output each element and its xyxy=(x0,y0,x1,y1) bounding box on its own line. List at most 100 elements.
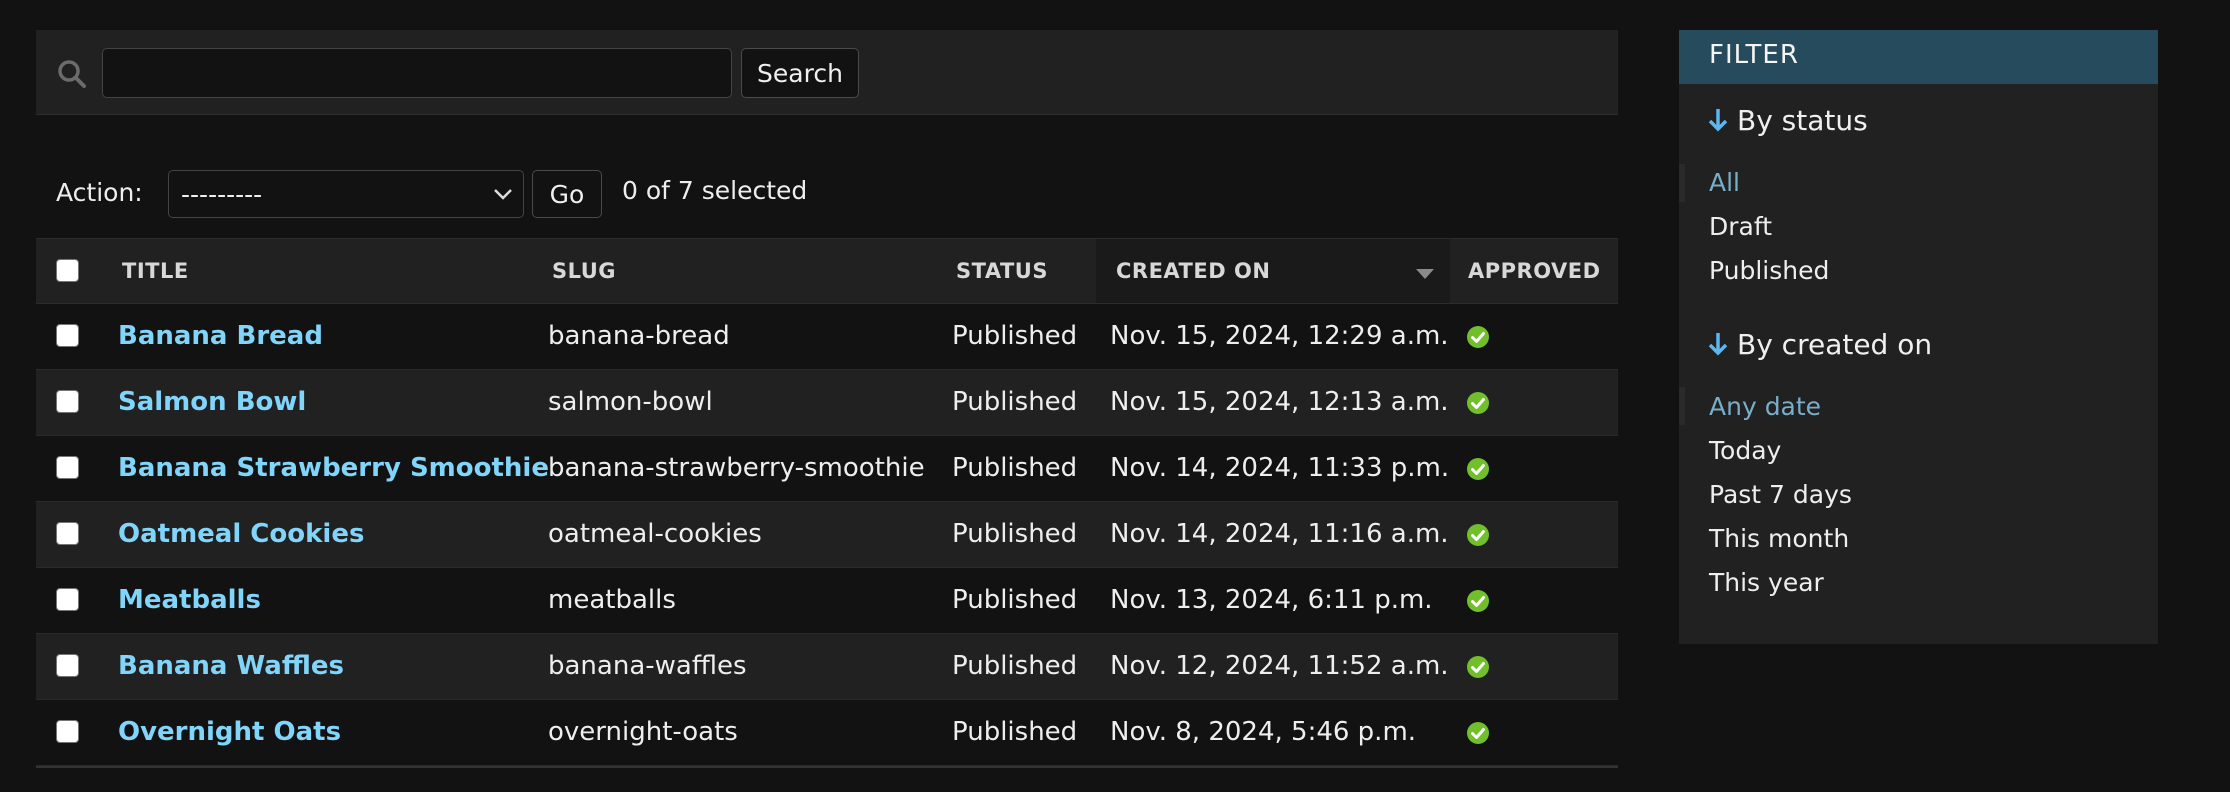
title-link[interactable]: Banana Strawberry Smoothie xyxy=(118,453,549,483)
filter-group-label: By created on xyxy=(1737,328,1933,361)
title-cell: Meatballs xyxy=(118,568,261,633)
created-on-cell: Nov. 14, 2024, 11:33 p.m. xyxy=(1110,453,1450,483)
search-toolbar: Search xyxy=(36,30,1618,115)
go-button[interactable]: Go xyxy=(532,170,602,218)
approved-check-icon xyxy=(1467,458,1489,480)
actions-bar: Action: --------- Go 0 of 7 selected xyxy=(36,164,1136,220)
slug-cell: banana-bread xyxy=(548,321,730,351)
slug-cell: overnight-oats xyxy=(548,717,738,747)
column-header-title[interactable]: TITLE xyxy=(122,239,422,303)
chevron-down-icon xyxy=(494,189,512,200)
arrow-down-icon xyxy=(1708,333,1728,356)
row-checkbox[interactable] xyxy=(56,720,79,743)
filter-option-draft[interactable]: Draft xyxy=(1709,212,1772,241)
status-cell: Published xyxy=(952,453,1078,483)
approved-check-icon xyxy=(1467,590,1489,612)
status-cell: Published xyxy=(952,717,1078,747)
slug-cell: oatmeal-cookies xyxy=(548,519,762,549)
search-button[interactable]: Search xyxy=(741,48,859,98)
approved-check-icon xyxy=(1467,392,1489,414)
table-bottom-border xyxy=(36,766,1618,768)
approved-cell xyxy=(1466,634,1586,699)
filter-group-title-created-on: By created on xyxy=(1707,328,1932,361)
column-header-approved[interactable]: APPROVED xyxy=(1468,239,1618,303)
slug-cell: banana-strawberry-smoothie xyxy=(548,453,925,483)
filter-header: FILTER xyxy=(1679,30,2158,84)
slug-cell: meatballs xyxy=(548,585,676,615)
column-header-created-on[interactable]: CREATED ON xyxy=(1096,239,1450,303)
created-on-cell: Nov. 8, 2024, 5:46 p.m. xyxy=(1110,717,1417,747)
column-header-created-on-label: CREATED ON xyxy=(1116,259,1271,283)
action-select-value: --------- xyxy=(181,180,263,209)
title-link[interactable]: Banana Waffles xyxy=(118,651,344,681)
slug-cell: salmon-bowl xyxy=(548,387,713,417)
status-cell: Published xyxy=(952,651,1078,681)
filter-option-past-7-days[interactable]: Past 7 days xyxy=(1709,480,1852,509)
created-on-cell: Nov. 15, 2024, 12:13 a.m. xyxy=(1110,387,1449,417)
selected-indicator xyxy=(1679,387,1685,425)
title-cell: Banana Waffles xyxy=(118,634,344,699)
title-link[interactable]: Meatballs xyxy=(118,585,261,615)
created-on-cell: Nov. 15, 2024, 12:29 a.m. xyxy=(1110,321,1449,351)
table-header: TITLE SLUG STATUS CREATED ON APPROVED xyxy=(36,238,1618,304)
table-row: Meatballs meatballs Published Nov. 13, 2024… xyxy=(36,568,1618,634)
status-cell: Published xyxy=(952,519,1078,549)
approved-check-icon xyxy=(1467,524,1489,546)
filter-panel: FILTER By status All Draft Published By … xyxy=(1679,30,2158,644)
title-link[interactable]: Banana Bread xyxy=(118,321,323,351)
filter-group-label: By status xyxy=(1737,104,1868,137)
table-row: Banana Strawberry Smoothie banana-strawbe… xyxy=(36,436,1618,502)
row-checkbox[interactable] xyxy=(56,522,79,545)
approved-cell xyxy=(1466,568,1586,633)
approved-cell xyxy=(1466,700,1586,765)
title-link[interactable]: Overnight Oats xyxy=(118,717,341,747)
approved-cell xyxy=(1466,436,1586,501)
created-on-cell: Nov. 14, 2024, 11:16 a.m. xyxy=(1110,519,1449,549)
row-checkbox[interactable] xyxy=(56,324,79,347)
select-all-checkbox[interactable] xyxy=(56,259,79,282)
title-cell: Banana Bread xyxy=(118,304,323,369)
slug-cell: banana-waffles xyxy=(548,651,747,681)
filter-option-today[interactable]: Today xyxy=(1709,436,1781,465)
approved-check-icon xyxy=(1467,656,1489,678)
row-checkbox[interactable] xyxy=(56,588,79,611)
approved-cell xyxy=(1466,370,1586,435)
status-cell: Published xyxy=(952,585,1078,615)
title-cell: Salmon Bowl xyxy=(118,370,306,435)
admin-changelist: Search Action: --------- Go 0 of 7 selec… xyxy=(0,0,2230,792)
column-header-status[interactable]: STATUS xyxy=(956,239,1106,303)
table-row: Banana Bread banana-bread Published Nov. 15… xyxy=(36,304,1618,370)
row-checkbox[interactable] xyxy=(56,654,79,677)
approved-cell xyxy=(1466,304,1586,369)
title-link[interactable]: Oatmeal Cookies xyxy=(118,519,364,549)
filter-option-all[interactable]: All xyxy=(1709,168,1740,197)
selected-indicator xyxy=(1679,164,1685,202)
result-table: TITLE SLUG STATUS CREATED ON APPROVED Ba… xyxy=(36,238,1618,768)
approved-check-icon xyxy=(1467,326,1489,348)
action-label: Action: xyxy=(56,178,143,207)
filter-option-any-date[interactable]: Any date xyxy=(1709,392,1821,421)
search-input[interactable] xyxy=(102,48,732,98)
arrow-down-icon xyxy=(1708,109,1728,132)
created-on-cell: Nov. 12, 2024, 11:52 a.m. xyxy=(1110,651,1449,681)
row-checkbox[interactable] xyxy=(56,390,79,413)
approved-check-icon xyxy=(1467,722,1489,744)
filter-option-published[interactable]: Published xyxy=(1709,256,1829,285)
title-link[interactable]: Salmon Bowl xyxy=(118,387,306,417)
table-row: Salmon Bowl salmon-bowl Published Nov. 15, … xyxy=(36,370,1618,436)
title-cell: Banana Strawberry Smoothie xyxy=(118,436,549,501)
title-cell: Overnight Oats xyxy=(118,700,341,765)
table-row: Overnight Oats overnight-oats Published Nov… xyxy=(36,700,1618,766)
filter-option-this-year[interactable]: This year xyxy=(1709,568,1824,597)
action-select[interactable]: --------- xyxy=(168,170,524,218)
filter-option-this-month[interactable]: This month xyxy=(1709,524,1849,553)
column-header-slug[interactable]: SLUG xyxy=(552,239,812,303)
sort-descending-icon[interactable] xyxy=(1416,269,1434,279)
search-icon xyxy=(58,60,86,88)
created-on-cell: Nov. 13, 2024, 6:11 p.m. xyxy=(1110,585,1433,615)
status-cell: Published xyxy=(952,321,1078,351)
row-checkbox[interactable] xyxy=(56,456,79,479)
status-cell: Published xyxy=(952,387,1078,417)
approved-cell xyxy=(1466,502,1586,567)
selection-counter: 0 of 7 selected xyxy=(622,176,808,205)
